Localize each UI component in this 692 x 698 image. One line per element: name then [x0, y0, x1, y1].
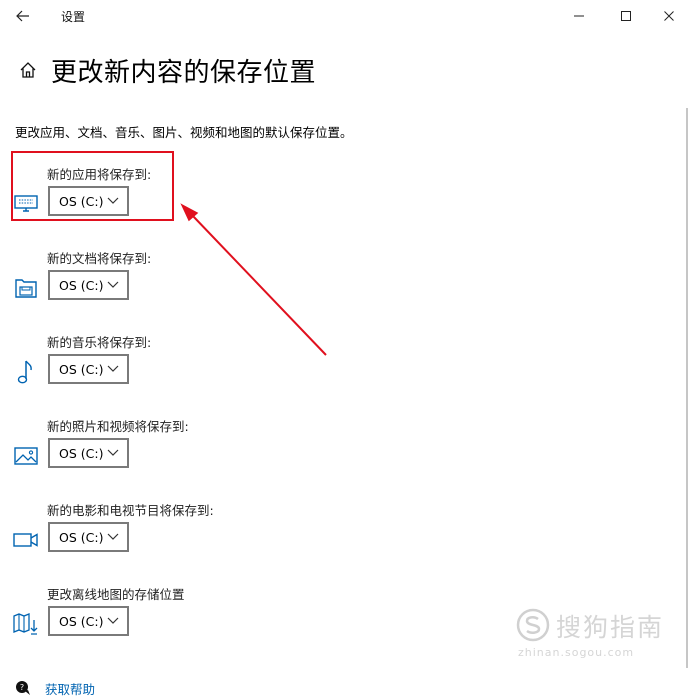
watermark-url: zhinan.sogou.com — [518, 646, 635, 659]
annotation-arrow — [180, 203, 327, 356]
watermark: 搜狗指南 zhinan.sogou.com — [516, 606, 676, 670]
get-help-link[interactable]: ? 获取帮助 — [15, 678, 95, 698]
help-chat-icon: ? — [15, 679, 33, 697]
sogou-logo-icon — [516, 608, 550, 642]
watermark-text: 搜狗指南 — [556, 613, 665, 642]
svg-text:?: ? — [20, 683, 24, 692]
